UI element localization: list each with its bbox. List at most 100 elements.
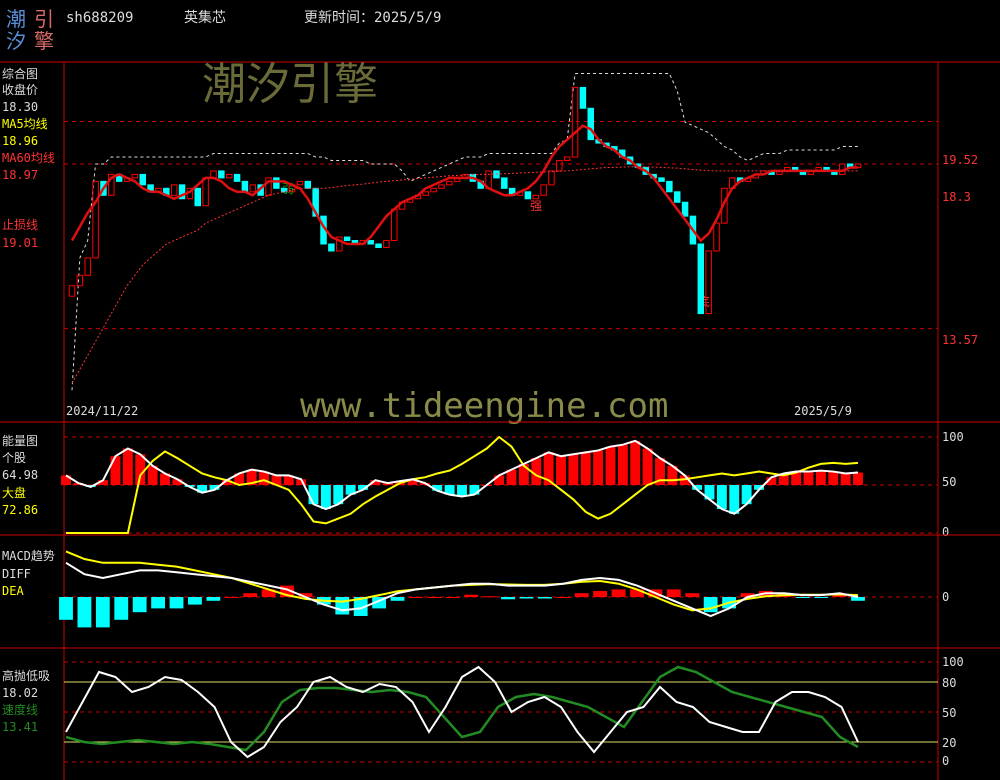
macd-histogram-bar	[703, 597, 718, 613]
macd-histogram-bar	[409, 597, 423, 598]
macd-histogram-bar	[556, 597, 571, 598]
candle-bar	[438, 184, 445, 189]
candle-bar	[524, 191, 532, 200]
energy-bar	[320, 485, 331, 509]
candle-bar	[328, 243, 335, 252]
energy-bar	[556, 456, 566, 485]
candle-bar	[273, 177, 280, 189]
macd-histogram-bar	[814, 597, 829, 598]
macd-histogram-bar	[114, 597, 129, 620]
macd-histogram-bar	[611, 589, 626, 597]
macd-histogram-bar	[206, 597, 221, 601]
candle-bar	[673, 191, 681, 203]
macd-histogram-bar	[851, 597, 865, 601]
energy-bar	[110, 456, 121, 485]
candle-bar	[375, 243, 382, 248]
candle-bar	[241, 180, 249, 193]
energy-bar	[605, 446, 616, 485]
candle-bar	[563, 156, 571, 161]
energy-bar	[135, 454, 146, 485]
energy-bar	[630, 440, 641, 485]
chart-canvas	[0, 61, 1000, 780]
candle-bar	[713, 222, 720, 252]
candle-bar	[666, 180, 673, 193]
macd-histogram-bar	[427, 597, 442, 598]
macd-histogram-bar	[132, 597, 147, 613]
energy-bar	[840, 473, 851, 485]
macd-histogram-bar	[519, 597, 534, 599]
macd-histogram-bar	[95, 597, 110, 628]
candle-bar	[170, 184, 178, 196]
macd-histogram-bar	[151, 597, 165, 609]
macd-diff-line	[65, 561, 859, 618]
macd-histogram-bar	[537, 597, 552, 599]
candle-bar	[225, 173, 233, 179]
candle-bar	[571, 86, 579, 158]
candle-bar	[304, 180, 312, 189]
ma5-line	[70, 124, 858, 246]
energy-bar	[803, 471, 814, 485]
energy-bar	[457, 485, 467, 497]
macd-histogram-bar	[390, 597, 405, 601]
candle-bar	[383, 240, 390, 248]
candle-bar	[76, 274, 84, 287]
candle-bar	[430, 187, 437, 193]
macd-histogram-bar	[445, 597, 460, 598]
candle-bar	[139, 173, 146, 186]
candle-bar	[422, 191, 429, 196]
macd-histogram-bar	[593, 590, 608, 597]
candle-bar	[296, 180, 304, 186]
macd-histogram-bar	[59, 597, 73, 620]
macd-histogram-bar	[77, 597, 92, 628]
macd-histogram-bar	[169, 597, 184, 609]
candle-bar	[218, 170, 225, 179]
speed-line	[65, 665, 859, 752]
energy-bar	[729, 485, 740, 514]
macd-histogram-bar	[685, 593, 700, 597]
candle-bar	[367, 240, 374, 245]
candle-bar	[446, 180, 453, 186]
macd-histogram-bar	[464, 594, 479, 597]
energy-bar	[593, 450, 604, 485]
candle-bar	[501, 177, 508, 189]
candle-bar	[705, 250, 712, 315]
energy-bar	[828, 471, 839, 485]
candle-bar	[343, 236, 351, 242]
candle-bar	[579, 86, 587, 109]
macd-histogram-bar	[243, 593, 258, 597]
candle-bar	[131, 173, 139, 179]
candle-bar	[84, 257, 91, 276]
candle-bar	[532, 194, 539, 200]
candle-bar	[249, 184, 257, 193]
candle-bar	[658, 177, 665, 182]
candle-bar	[681, 201, 689, 217]
macd-histogram-bar	[666, 589, 681, 597]
candle-bar	[556, 159, 563, 172]
candle-bar	[68, 285, 76, 297]
candle-bar	[92, 180, 99, 259]
candle-bar	[391, 208, 398, 242]
energy-bar	[815, 470, 826, 485]
macd-histogram-bar	[335, 597, 350, 615]
macd-histogram-bar	[188, 597, 202, 605]
candle-bar	[233, 173, 241, 182]
candle-bar	[540, 184, 547, 196]
stop-loss-line	[71, 72, 858, 391]
energy-bar	[580, 452, 591, 485]
energy-bar	[642, 448, 653, 485]
energy-bar	[617, 444, 628, 485]
macd-histogram-bar	[224, 597, 239, 598]
energy-bar	[568, 454, 579, 485]
candle-bar	[697, 243, 705, 315]
candle-bar	[202, 177, 209, 207]
energy-bar	[308, 485, 319, 505]
energy-bar	[122, 448, 133, 485]
macd-histogram-bar	[501, 597, 515, 600]
macd-histogram-bar	[574, 593, 589, 597]
macd-histogram-bar	[482, 596, 497, 598]
candle-bar	[587, 107, 595, 141]
candle-bar	[548, 170, 555, 186]
macd-histogram-bar	[795, 597, 810, 598]
candle-bar	[194, 187, 202, 207]
energy-bar	[853, 472, 863, 485]
